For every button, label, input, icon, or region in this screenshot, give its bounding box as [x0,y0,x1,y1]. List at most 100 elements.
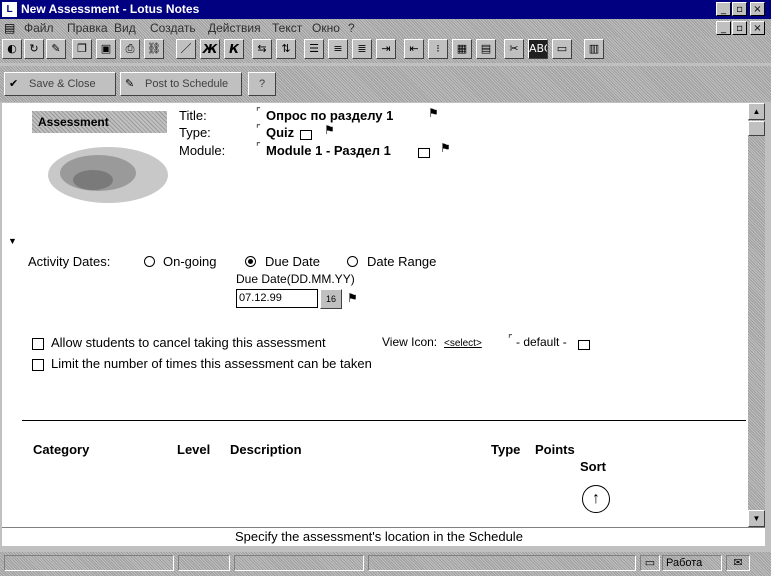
type-field[interactable]: Quiz [266,125,294,140]
table-icon[interactable]: ▦ [452,39,472,59]
align-center-icon[interactable]: ≡ [328,39,348,59]
assessment-illustration-icon [48,147,168,203]
ongoing-label[interactable]: On-going [163,254,216,269]
menu-window[interactable]: Окно [312,21,340,35]
flag-icon: ⚑ [428,106,439,120]
doc-minimize-button[interactable]: _ [716,21,731,35]
field-bracket-icon: ⌜ [256,124,261,135]
outdent-icon[interactable]: ⇤ [404,39,424,59]
link-icon[interactable]: ⛓ [144,39,164,59]
menu-text[interactable]: Текст [272,21,302,35]
doc-restore-button[interactable]: ▫ [732,21,747,35]
keyword-dropdown-icon[interactable] [416,147,430,161]
view-icon-label: View Icon: [382,335,438,349]
copy-icon[interactable]: ❐ [72,39,92,59]
properties-icon[interactable]: ▥ [584,39,604,59]
help-button[interactable]: ? [248,72,276,96]
indent-icon[interactable]: ⇥ [376,39,396,59]
sort-button[interactable]: ↑ [582,485,610,513]
menu-create[interactable]: Создать [150,21,196,35]
keyword-dropdown-icon[interactable] [298,129,312,143]
field-bracket-icon: ⌜ [256,142,261,153]
menu-view[interactable]: Вид [114,21,136,35]
bold-icon[interactable]: Ж [200,39,220,59]
field-hint: Specify the assessment's location in the… [2,527,765,546]
print-icon[interactable]: ⎙ [120,39,140,59]
date-range-radio[interactable] [347,256,358,267]
allow-cancel-label[interactable]: Allow students to cancel taking this ass… [51,335,326,350]
due-date-label: Due Date(DD.MM.YY) [236,272,355,286]
module-field[interactable]: Module 1 - Раздел 1 [266,143,391,158]
scroll-up-icon[interactable]: ▲ [748,103,765,120]
save-close-button[interactable]: ✔ Save & Close [4,72,116,96]
keyword-dropdown-icon[interactable] [576,339,590,353]
menu-actions[interactable]: Действия [208,21,261,35]
edit-icon[interactable]: ✎ [46,39,66,59]
status-size-cell[interactable] [178,555,230,571]
menu-edit[interactable]: Правка [67,21,108,35]
view-icon-select-link[interactable]: <select> [444,338,482,349]
format-icon[interactable]: ⇆ [252,39,272,59]
field-bracket-icon: ⌜ [256,107,261,118]
save-icon: ✔ [9,78,19,90]
field-bracket-icon: ⌜ [508,334,513,345]
menu-file[interactable]: Файл [24,21,54,35]
status-bar: ▭ Работа ✉ [0,552,771,576]
divider [22,420,746,421]
scroll-down-icon[interactable]: ▼ [748,510,765,527]
status-font-cell[interactable] [4,555,174,571]
allow-cancel-checkbox[interactable] [32,338,44,350]
due-date-input[interactable]: 07.12.99 [236,289,318,308]
document-form: Assessment ▼ Title: ⌜ Опрос по разделу 1… [2,103,748,527]
category-header: Category [33,442,90,457]
status-disk-icon[interactable]: ▭ [640,555,660,571]
maximize-button[interactable]: ▫ [732,2,747,16]
tools-icon[interactable]: ✂ [504,39,524,59]
vertical-scrollbar[interactable]: ▲ ▼ [748,103,765,527]
type-label: Type: [179,125,211,140]
title-field[interactable]: Опрос по разделу 1 [266,108,393,123]
doc-close-button[interactable]: × [750,21,765,35]
due-date-radio[interactable] [245,256,256,267]
refresh-icon[interactable]: ↻ [24,39,44,59]
mail-icon[interactable]: ✉ [726,555,750,571]
flag-icon: ⚑ [347,291,358,305]
help-icon: ? [258,78,266,90]
minimize-button[interactable]: _ [716,2,731,16]
italic-icon[interactable]: К [224,39,244,59]
navigate-icon[interactable]: ◐ [2,39,22,59]
list-icon[interactable]: ⁝ [428,39,448,59]
pen-icon[interactable]: ／ [176,39,196,59]
paste-icon[interactable]: ▣ [96,39,116,59]
due-date-option-label[interactable]: Due Date [265,254,320,269]
activity-dates-label: Activity Dates: [28,254,111,269]
title-label: Title: [179,108,207,123]
doc-icon[interactable]: ▤ [4,21,15,35]
type-header: Type [491,442,521,457]
view-icon[interactable]: ▭ [552,39,572,59]
ongoing-radio[interactable] [144,256,155,267]
view-icon-field[interactable]: - default - [516,335,567,349]
schedule-icon: ✎ [125,78,135,90]
flag-icon: ⚑ [440,141,451,155]
align-left-icon[interactable]: ☰ [304,39,324,59]
lotus-notes-icon[interactable]: L [2,2,17,17]
menu-help[interactable]: ? [348,21,355,35]
calendar-button[interactable]: 16 [320,289,342,309]
align-right-icon[interactable]: ≣ [352,39,372,59]
spell-icon[interactable]: ABC [528,39,548,59]
post-to-schedule-button[interactable]: ✎ Post to Schedule [120,72,242,96]
scroll-thumb[interactable] [748,121,765,136]
date-range-label[interactable]: Date Range [367,254,436,269]
limit-times-label[interactable]: Limit the number of times this assessmen… [51,356,372,371]
sort-icon[interactable]: ⇅ [276,39,296,59]
location-cell[interactable]: Работа [662,555,722,571]
section-collapse-icon[interactable]: ▼ [8,236,17,246]
close-button[interactable]: × [750,2,765,16]
status-style-cell[interactable] [234,555,364,571]
status-message-cell [368,555,636,571]
grid-icon[interactable]: ▤ [476,39,496,59]
limit-times-checkbox[interactable] [32,359,44,371]
assessment-logo: Assessment [32,111,167,133]
sort-header: Sort [580,459,606,474]
